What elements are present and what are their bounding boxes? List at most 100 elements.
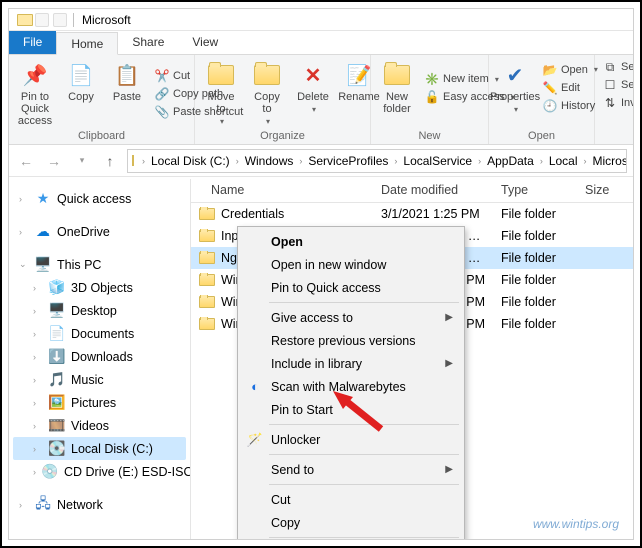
group-open: Open <box>495 129 588 142</box>
breadcrumb[interactable]: › Local Disk (C:)› Windows› ServiceProfi… <box>127 149 627 173</box>
title-bar: Microsoft <box>9 9 633 31</box>
list-item[interactable]: Credentials3/1/2021 1:25 PMFile folder <box>191 203 633 225</box>
ctx-restore-versions[interactable]: Restore previous versions <box>241 329 461 352</box>
properties-icon: ✔︎ <box>501 61 529 89</box>
sidebar-item-videos[interactable]: ›🎞️Videos <box>13 414 186 437</box>
open-small-button[interactable]: 📂Open <box>541 62 600 78</box>
col-date[interactable]: Date modified <box>373 179 493 202</box>
tab-share[interactable]: Share <box>118 31 178 54</box>
tab-home[interactable]: Home <box>56 32 118 55</box>
nav-recent-button[interactable]: ▾ <box>71 150 93 172</box>
documents-icon: 📄 <box>49 326 65 342</box>
address-bar-row: ← → ▾ ↑ › Local Disk (C:)› Windows› Serv… <box>9 145 633 177</box>
window-title: Microsoft <box>80 13 131 27</box>
watermark: www.wintips.org <box>533 517 619 531</box>
history-button[interactable]: 🕘History <box>541 98 600 114</box>
group-clipboard: Clipboard <box>15 129 188 142</box>
sidebar-item-local-disk[interactable]: ›💽Local Disk (C:) <box>13 437 186 460</box>
pictures-icon: 🖼️ <box>49 395 65 411</box>
folder-icon <box>199 274 215 286</box>
ctx-copy[interactable]: Copy <box>241 511 461 534</box>
sidebar-item-3d-objects[interactable]: ›🧊3D Objects <box>13 276 186 299</box>
new-item-icon: ✳️ <box>425 72 439 86</box>
ctx-cut[interactable]: Cut <box>241 488 461 511</box>
select-all-button[interactable]: ⧉Sel <box>601 59 633 75</box>
ribbon-tabs: File Home Share View <box>9 31 633 55</box>
ctx-pin-quick-access[interactable]: Pin to Quick access <box>241 276 461 299</box>
desktop-icon: 🖥️ <box>49 303 65 319</box>
chevron-right-icon: ▶ <box>445 312 453 323</box>
tab-view[interactable]: View <box>178 31 232 54</box>
cloud-icon: ☁ <box>35 224 51 240</box>
sidebar-item-this-pc[interactable]: ⌄🖥️This PC <box>13 253 186 276</box>
ctx-send-to[interactable]: Send to▶ <box>241 458 461 481</box>
ctx-pin-start[interactable]: Pin to Start <box>241 398 461 421</box>
drive-icon: 💽 <box>49 441 65 457</box>
network-icon: 🖧 <box>35 497 51 513</box>
pin-icon: 📌 <box>21 61 49 89</box>
copy-button[interactable]: 📄Copy <box>61 59 101 129</box>
copyto-icon <box>253 61 281 89</box>
folder-icon <box>199 252 215 264</box>
music-icon: 🎵 <box>49 372 65 388</box>
move-to-button[interactable]: Move to <box>201 59 241 128</box>
pc-icon: 🖥️ <box>35 257 51 273</box>
sidebar-item-quick-access[interactable]: ›★Quick access <box>13 187 186 210</box>
folder-icon <box>199 208 215 220</box>
edit-button[interactable]: ✏️Edit <box>541 80 600 96</box>
cd-icon: 💿 <box>42 464 58 480</box>
properties-button[interactable]: ✔︎Properties <box>495 59 535 116</box>
folder-icon <box>199 318 215 330</box>
sidebar-item-network[interactable]: ›🖧Network <box>13 493 186 516</box>
paste-icon: 📋 <box>113 61 141 89</box>
folder-icon: 🧊 <box>49 280 65 296</box>
paste-button[interactable]: 📋Paste <box>107 59 147 129</box>
delete-button[interactable]: ✕Delete <box>293 59 333 128</box>
quick-access-toolbar[interactable] <box>35 13 67 27</box>
history-icon: 🕘 <box>543 99 557 113</box>
invert-selection-button[interactable]: ⇅Inver <box>601 95 633 111</box>
downloads-icon: ⬇️ <box>49 349 65 365</box>
ctx-open-new-window[interactable]: Open in new window <box>241 253 461 276</box>
column-headers[interactable]: Name Date modified Type Size <box>191 179 633 203</box>
sidebar-item-documents[interactable]: ›📄Documents <box>13 322 186 345</box>
invert-icon: ⇅ <box>603 96 617 110</box>
ctx-unlocker[interactable]: 🪄Unlocker <box>241 428 461 451</box>
nav-up-button[interactable]: ↑ <box>99 150 121 172</box>
sidebar-item-downloads[interactable]: ›⬇️Downloads <box>13 345 186 368</box>
context-menu: Open Open in new window Pin to Quick acc… <box>237 226 465 540</box>
folder-icon <box>199 296 215 308</box>
tab-file[interactable]: File <box>9 31 56 54</box>
new-folder-icon <box>383 61 411 89</box>
folder-icon <box>199 230 215 242</box>
new-folder-button[interactable]: New folder <box>377 59 417 117</box>
select-none-icon: ☐ <box>603 78 617 92</box>
group-new: New <box>377 129 482 142</box>
group-organize: Organize <box>201 129 364 142</box>
sidebar-item-music[interactable]: ›🎵Music <box>13 368 186 391</box>
sidebar-item-onedrive[interactable]: ›☁OneDrive <box>13 220 186 243</box>
nav-back-button[interactable]: ← <box>15 150 37 172</box>
col-name[interactable]: Name <box>191 179 373 202</box>
ctx-give-access[interactable]: Give access to▶ <box>241 306 461 329</box>
sidebar-item-pictures[interactable]: ›🖼️Pictures <box>13 391 186 414</box>
pin-quick-access-button[interactable]: 📌Pin to Quick access <box>15 59 55 129</box>
videos-icon: 🎞️ <box>49 418 65 434</box>
delete-icon: ✕ <box>299 61 327 89</box>
copy-to-button[interactable]: Copy to <box>247 59 287 128</box>
path-icon: 🔗 <box>155 87 169 101</box>
col-size[interactable]: Size <box>577 179 633 202</box>
select-none-button[interactable]: ☐Sel <box>601 77 633 93</box>
navigation-pane: ›★Quick access ›☁OneDrive ⌄🖥️This PC ›🧊3… <box>9 179 191 539</box>
shortcut-icon: 📎 <box>155 105 169 119</box>
rename-icon: 📝 <box>345 61 373 89</box>
nav-forward-button[interactable]: → <box>43 150 65 172</box>
edit-icon: ✏️ <box>543 81 557 95</box>
ctx-include-library[interactable]: Include in library▶ <box>241 352 461 375</box>
ctx-open[interactable]: Open <box>241 230 461 253</box>
drive-icon <box>132 155 134 166</box>
sidebar-item-desktop[interactable]: ›🖥️Desktop <box>13 299 186 322</box>
col-type[interactable]: Type <box>493 179 577 202</box>
ctx-scan-malwarebytes[interactable]: ◐Scan with Malwarebytes <box>241 375 461 398</box>
sidebar-item-cd-drive[interactable]: ›💿CD Drive (E:) ESD-ISO <box>13 460 186 483</box>
